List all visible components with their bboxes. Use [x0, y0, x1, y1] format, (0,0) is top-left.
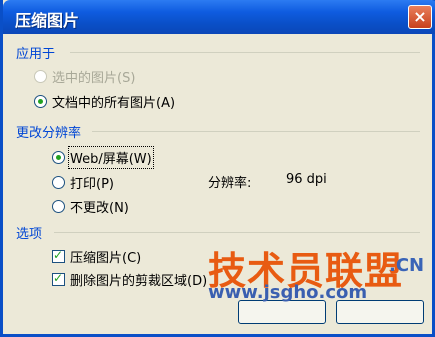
- resolution-info-label: 分辨率:: [208, 176, 252, 191]
- radio-no-change-label: 不更改(N): [70, 201, 129, 216]
- radio-selected-pictures-label: 选中的图片(S): [52, 71, 136, 86]
- dialog-title: 压缩图片: [15, 11, 80, 30]
- close-icon: ×: [413, 7, 427, 26]
- checkbox[interactable]: [52, 248, 65, 263]
- radio-button[interactable]: [34, 70, 47, 83]
- radio-web-screen[interactable]: Web/屏幕(W): [52, 146, 154, 169]
- radio-no-change[interactable]: 不更改(N): [52, 197, 129, 216]
- section-divider: [92, 131, 420, 132]
- radio-print[interactable]: 打印(P): [52, 173, 114, 192]
- compress-pictures-dialog: 压缩图片 × 应用于 选中的图片(S) 文档中的所有图片(A) 更改分辨率 We…: [0, 0, 435, 337]
- radio-button[interactable]: [34, 95, 47, 108]
- section-divider: [54, 232, 420, 233]
- radio-all-pictures-label: 文档中的所有图片(A): [52, 96, 176, 111]
- checkbox-compress-pictures[interactable]: 压缩图片(C): [52, 247, 141, 266]
- checkbox[interactable]: [52, 271, 65, 286]
- section-options-label: 选项: [16, 227, 43, 242]
- checkbox-delete-cropped-areas[interactable]: 删除图片的剪裁区域(D): [52, 270, 207, 289]
- section-apply-to-label: 应用于: [16, 47, 56, 62]
- radio-button[interactable]: [52, 200, 65, 213]
- radio-selected-pictures[interactable]: 选中的图片(S): [34, 67, 135, 86]
- watermark-suffix: .CN: [389, 255, 425, 276]
- radio-button[interactable]: [52, 151, 65, 164]
- watermark-url: www.jsgho.com: [208, 282, 368, 303]
- close-button[interactable]: ×: [408, 5, 432, 29]
- title-bar[interactable]: 压缩图片 ×: [3, 0, 435, 34]
- cancel-button[interactable]: [336, 300, 424, 324]
- radio-web-screen-label: Web/屏幕(W): [68, 146, 154, 169]
- radio-print-label: 打印(P): [70, 177, 114, 192]
- radio-button[interactable]: [52, 176, 65, 189]
- radio-all-pictures[interactable]: 文档中的所有图片(A): [34, 92, 175, 111]
- checkbox-compress-pictures-label: 压缩图片(C): [70, 251, 142, 266]
- ok-button[interactable]: [238, 300, 326, 324]
- section-divider: [70, 52, 420, 53]
- section-resolution-label: 更改分辨率: [16, 126, 82, 141]
- resolution-info-value: 96 dpi: [286, 172, 327, 187]
- checkbox-delete-cropped-areas-label: 删除图片的剪裁区域(D): [70, 274, 208, 289]
